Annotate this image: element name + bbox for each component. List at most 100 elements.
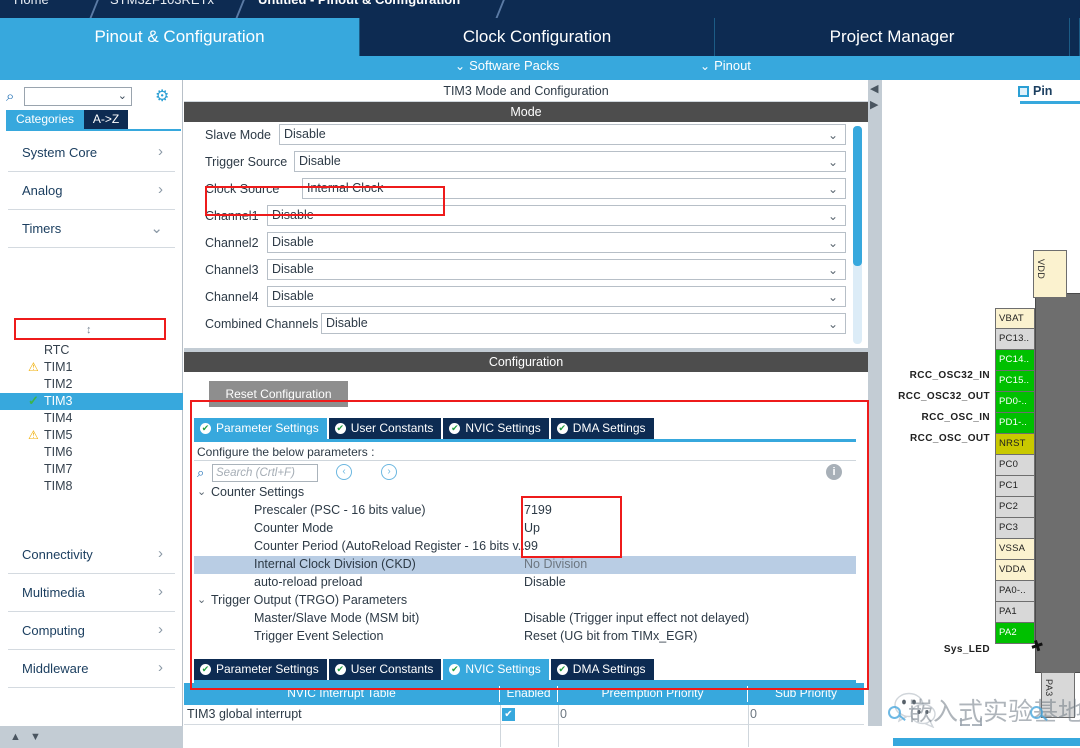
sidebar-item-multimedia[interactable]: Multimedia › <box>8 574 175 612</box>
pin-pc1[interactable]: PC1 <box>995 476 1035 497</box>
param-value[interactable]: 99 <box>524 539 538 553</box>
bottom-tab-user-constants[interactable]: ✔ User Constants <box>328 659 444 680</box>
pin-pc2[interactable]: PC2 <box>995 497 1035 518</box>
pin-pc14[interactable]: PC14.. <box>995 350 1035 371</box>
param-row-counter-mode[interactable]: Counter Mode Up <box>194 520 856 538</box>
tab-a-to-z[interactable]: A->Z <box>84 110 128 129</box>
chevron-down-icon[interactable]: ⌄ <box>828 290 838 304</box>
sidebar-item-tim8[interactable]: TIM8 <box>0 478 183 495</box>
breadcrumb-item-home[interactable]: Home <box>14 0 49 7</box>
param-value[interactable]: Disable <box>524 575 566 589</box>
sidebar-item-tim4[interactable]: TIM4 <box>0 410 183 427</box>
pin-pa0[interactable]: PA0-.. <box>995 581 1035 602</box>
sidebar-item-rtc[interactable]: RTC <box>0 342 183 359</box>
tab-dma-settings[interactable]: ✔ DMA Settings <box>550 418 656 439</box>
parameter-search-input[interactable]: Search (Crtl+F) <box>212 464 318 482</box>
chevron-down-icon[interactable]: ⌄ <box>828 209 838 223</box>
nvic-enabled-checkbox[interactable]: ✔ <box>502 708 515 721</box>
param-value[interactable]: Up <box>524 521 540 535</box>
pin-pd1[interactable]: PD1-.. <box>995 413 1035 434</box>
scroll-down-icon[interactable]: ▼ <box>30 731 41 743</box>
param-row-auto-reload-preload[interactable]: auto-reload preload Disable <box>194 574 856 592</box>
collapse-right-icon[interactable]: ▶ <box>870 98 878 111</box>
nav-next-icon[interactable]: › <box>381 464 397 480</box>
field-box[interactable] <box>294 151 846 172</box>
field-box[interactable] <box>267 286 846 307</box>
chevron-down-icon[interactable]: ⌄ <box>828 317 838 331</box>
field-channel4[interactable]: Channel4 Disable ⌄ <box>184 284 868 311</box>
field-clock-source[interactable]: Clock Source Internal Clock ⌄ <box>184 176 868 203</box>
timers-scroll-spinner[interactable]: ↕ <box>86 325 92 336</box>
subtab-pinout[interactable]: ⌄ Pinout <box>700 58 751 73</box>
panel-collapse-strip[interactable]: ◀ ▶ <box>868 80 882 748</box>
sidebar-item-tim2[interactable]: TIM2 <box>0 376 183 393</box>
pin-nrst[interactable]: NRST <box>995 434 1035 455</box>
field-channel1[interactable]: Channel1 Disable ⌄ <box>184 203 868 230</box>
field-channel3[interactable]: Channel3 Disable ⌄ <box>184 257 868 284</box>
param-row-internal-clock-division[interactable]: Internal Clock Division (CKD) No Divisio… <box>194 556 856 574</box>
mode-scrollbar-thumb[interactable] <box>853 126 862 266</box>
sidebar-item-computing[interactable]: Computing › <box>8 612 175 650</box>
pin-pc13[interactable]: PC13.. <box>995 329 1035 350</box>
tab-project-manager[interactable]: Project Manager <box>715 18 1070 56</box>
param-value[interactable]: 7199 <box>524 503 552 517</box>
bottom-tab-parameter-settings[interactable]: ✔ Parameter Settings <box>194 659 329 680</box>
pin-vbat[interactable]: VBAT <box>995 308 1035 329</box>
chevron-down-icon[interactable]: ⌄ <box>828 236 838 250</box>
tab-pin[interactable]: Pin <box>1018 84 1052 98</box>
sidebar-item-tim1[interactable]: ⚠ TIM1 <box>0 359 183 376</box>
sidebar-item-tim3[interactable]: ✓ TIM3 <box>0 393 183 410</box>
tab-parameter-settings[interactable]: ✔ Parameter Settings <box>194 418 329 439</box>
chevron-down-icon[interactable]: ⌄ <box>828 263 838 277</box>
param-row-master-slave-mode[interactable]: Master/Slave Mode (MSM bit) Disable (Tri… <box>194 610 856 628</box>
gear-icon[interactable]: ⚙ <box>155 88 172 105</box>
tab-clock-configuration[interactable]: Clock Configuration <box>360 18 715 56</box>
sidebar-item-middleware[interactable]: Middleware › <box>8 650 175 688</box>
sidebar-item-tim7[interactable]: TIM7 <box>0 461 183 478</box>
param-group-trigger-output[interactable]: ⌄ Trigger Output (TRGO) Parameters <box>194 592 856 610</box>
pin-pa1[interactable]: PA1 <box>995 602 1035 623</box>
table-row[interactable]: TIM3 global interrupt ✔ 0 0 <box>184 705 864 747</box>
pin-pa3[interactable]: PA3 <box>1041 672 1075 718</box>
chevron-down-icon[interactable]: ⌄ <box>828 128 838 142</box>
breadcrumb-item-device[interactable]: STM32F103RETx <box>110 0 214 7</box>
pin-pc15[interactable]: PC15.. <box>995 371 1035 392</box>
scroll-up-icon[interactable]: ▲ <box>10 731 21 743</box>
pin-vdda[interactable]: VDDA <box>995 560 1035 581</box>
info-icon[interactable]: i <box>826 464 842 480</box>
field-channel2[interactable]: Channel2 Disable ⌄ <box>184 230 868 257</box>
pin-pc0[interactable]: PC0 <box>995 455 1035 476</box>
param-value[interactable]: Disable (Trigger input effect not delaye… <box>524 611 749 625</box>
field-box[interactable] <box>279 124 846 145</box>
bottom-tab-dma-settings[interactable]: ✔ DMA Settings <box>550 659 656 680</box>
field-combined-channels[interactable]: Combined Channels Disable ⌄ <box>184 311 868 338</box>
sidebar-search-input[interactable]: ⌄ <box>24 87 132 106</box>
sidebar-item-analog[interactable]: Analog › <box>8 172 175 210</box>
pin-vdd[interactable]: VDD <box>1033 250 1067 298</box>
field-box[interactable] <box>267 205 846 226</box>
tab-categories[interactable]: Categories <box>6 110 84 129</box>
param-group-counter-settings[interactable]: ⌄ Counter Settings <box>194 484 856 502</box>
param-row-prescaler[interactable]: Prescaler (PSC - 16 bits value) 7199 <box>194 502 856 520</box>
pin-pc3[interactable]: PC3 <box>995 518 1035 539</box>
sidebar-item-timers[interactable]: Timers ⌄ <box>8 210 175 248</box>
field-slave-mode[interactable]: Slave Mode Disable ⌄ <box>184 122 868 149</box>
chevron-down-icon[interactable]: ⌄ <box>828 155 838 169</box>
field-trigger-source[interactable]: Trigger Source Disable ⌄ <box>184 149 868 176</box>
field-box[interactable] <box>321 313 846 334</box>
field-box[interactable] <box>302 178 846 199</box>
field-box[interactable] <box>267 232 846 253</box>
tab-user-constants[interactable]: ✔ User Constants <box>328 418 444 439</box>
param-row-trigger-event-selection[interactable]: Trigger Event Selection Reset (UG bit fr… <box>194 628 856 646</box>
sidebar-item-connectivity[interactable]: Connectivity › <box>8 536 175 574</box>
bottom-tab-nvic-settings[interactable]: ✔ NVIC Settings <box>443 659 551 680</box>
sidebar-item-tim5[interactable]: ⚠ TIM5 <box>0 427 183 444</box>
param-value[interactable]: No Division <box>524 557 587 571</box>
subtab-software-packs[interactable]: ⌄ Software Packs <box>455 58 559 73</box>
tab-pinout-configuration[interactable]: Pinout & Configuration <box>0 18 360 56</box>
pin-vssa[interactable]: VSSA <box>995 539 1035 560</box>
nvic-preemption-priority[interactable]: 0 <box>560 707 567 721</box>
tab-nvic-settings[interactable]: ✔ NVIC Settings <box>443 418 551 439</box>
pin-pd0[interactable]: PD0-.. <box>995 392 1035 413</box>
chevron-down-icon[interactable]: ⌄ <box>828 182 838 196</box>
